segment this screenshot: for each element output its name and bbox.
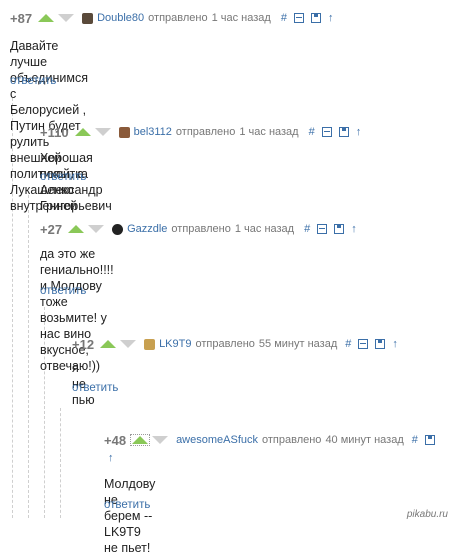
upvote-icon[interactable] xyxy=(130,434,151,446)
comment-rating: +48 xyxy=(104,432,127,448)
comment-header: +27 Gazzdle отправлено 1 час назад # ↑ xyxy=(40,221,357,237)
comment-tools: # xyxy=(412,434,435,446)
comment-header: +87 Double80 отправлено 1 час назад # ↑ xyxy=(10,10,333,26)
comment-text: да это же гениально!!!! и Молдову тоже в… xyxy=(40,246,114,374)
comment-rating: +12 xyxy=(72,336,95,352)
parent-arrow-icon[interactable]: ↑ xyxy=(328,12,334,24)
link-icon[interactable]: # xyxy=(412,434,418,446)
save-icon[interactable] xyxy=(424,435,435,445)
reply-link[interactable]: ответить xyxy=(72,382,118,394)
parent-arrow-icon[interactable]: ↑ xyxy=(351,223,357,235)
avatar[interactable] xyxy=(144,338,156,350)
comment-rating: +87 xyxy=(10,10,33,26)
comment-header: +110 bel3112 отправлено 1 час назад # ↑ xyxy=(40,124,361,140)
comment-tools: # ↑ xyxy=(309,126,362,138)
minus-box-icon[interactable] xyxy=(293,13,304,23)
save-icon[interactable] xyxy=(338,127,349,137)
link-icon[interactable]: # xyxy=(304,223,310,235)
comment-header: +48 awesomeASfuck отправлено 40 минут на… xyxy=(104,432,435,448)
comment-header: +12 LK9T9 отправлено 55 минут назад # ↑ xyxy=(72,336,398,352)
avatar[interactable] xyxy=(82,12,94,24)
reply-link[interactable]: ответить xyxy=(104,499,150,511)
author-link[interactable]: Double80 xyxy=(97,12,144,24)
downvote-icon[interactable] xyxy=(120,340,137,348)
save-icon[interactable] xyxy=(310,13,321,23)
comment-time[interactable]: 1 час назад xyxy=(239,126,298,138)
comment-tools-wrap: ↑ xyxy=(108,453,114,464)
posted-label: отправлено xyxy=(262,434,322,446)
upvote-icon[interactable] xyxy=(100,340,117,348)
comment-text-line: Давайте лучше объединимся с Белорусией ,… xyxy=(10,39,88,165)
upvote-icon[interactable] xyxy=(38,14,55,22)
avatar[interactable] xyxy=(118,126,130,138)
minus-box-icon[interactable] xyxy=(321,127,332,137)
comment-time[interactable]: 1 час назад xyxy=(235,223,294,235)
posted-label: отправлено xyxy=(148,12,208,24)
author-link[interactable]: awesomeASfuck xyxy=(176,434,258,446)
comment-rating: +110 xyxy=(40,124,69,140)
comment-rating: +27 xyxy=(40,221,63,237)
reply-link[interactable]: ответить xyxy=(10,75,56,87)
comment-text-line: Молдову не берем -- LK9T9 не пьет! xyxy=(104,477,156,555)
comment-text: Молдову не берем -- LK9T9 не пьет! xyxy=(104,476,155,556)
comment-tools: # ↑ xyxy=(304,223,357,235)
parent-arrow-icon[interactable]: ↑ xyxy=(108,453,114,464)
comment-time[interactable]: 55 минут назад xyxy=(259,338,337,350)
reply-link[interactable]: ответить xyxy=(40,171,86,183)
link-icon[interactable]: # xyxy=(309,126,315,138)
posted-label: отправлено xyxy=(195,338,255,350)
posted-label: отправлено xyxy=(175,126,236,138)
save-icon[interactable] xyxy=(375,339,386,349)
watermark: pikabu.ru xyxy=(406,509,448,520)
avatar[interactable] xyxy=(112,223,124,235)
comment-time[interactable]: 1 час назад xyxy=(212,12,271,24)
downvote-icon[interactable] xyxy=(152,436,169,444)
author-link[interactable]: bel3112 xyxy=(134,126,172,138)
comment-tools: # ↑ xyxy=(345,338,398,350)
posted-label: отправлено xyxy=(171,223,231,235)
thread-line xyxy=(60,408,61,518)
link-icon[interactable]: # xyxy=(281,12,287,24)
parent-arrow-icon[interactable]: ↑ xyxy=(392,338,398,350)
reply-link[interactable]: ответить xyxy=(40,285,86,297)
save-icon[interactable] xyxy=(334,224,345,234)
comment-tools: # ↑ xyxy=(281,12,334,24)
author-link[interactable]: Gazzdle xyxy=(127,223,167,235)
link-icon[interactable]: # xyxy=(345,338,351,350)
thread-line xyxy=(28,195,29,518)
upvote-icon[interactable] xyxy=(74,128,91,136)
comment-text-line: да это же гениально!!!! xyxy=(40,247,114,277)
downvote-icon[interactable] xyxy=(88,225,105,233)
parent-arrow-icon[interactable]: ↑ xyxy=(356,126,362,138)
upvote-icon[interactable] xyxy=(68,225,85,233)
comment-time[interactable]: 40 минут назад xyxy=(325,434,403,446)
downvote-icon[interactable] xyxy=(94,128,111,136)
minus-box-icon[interactable] xyxy=(317,224,328,234)
downvote-icon[interactable] xyxy=(58,14,75,22)
author-link[interactable]: LK9T9 xyxy=(159,338,191,350)
minus-box-icon[interactable] xyxy=(358,339,369,349)
